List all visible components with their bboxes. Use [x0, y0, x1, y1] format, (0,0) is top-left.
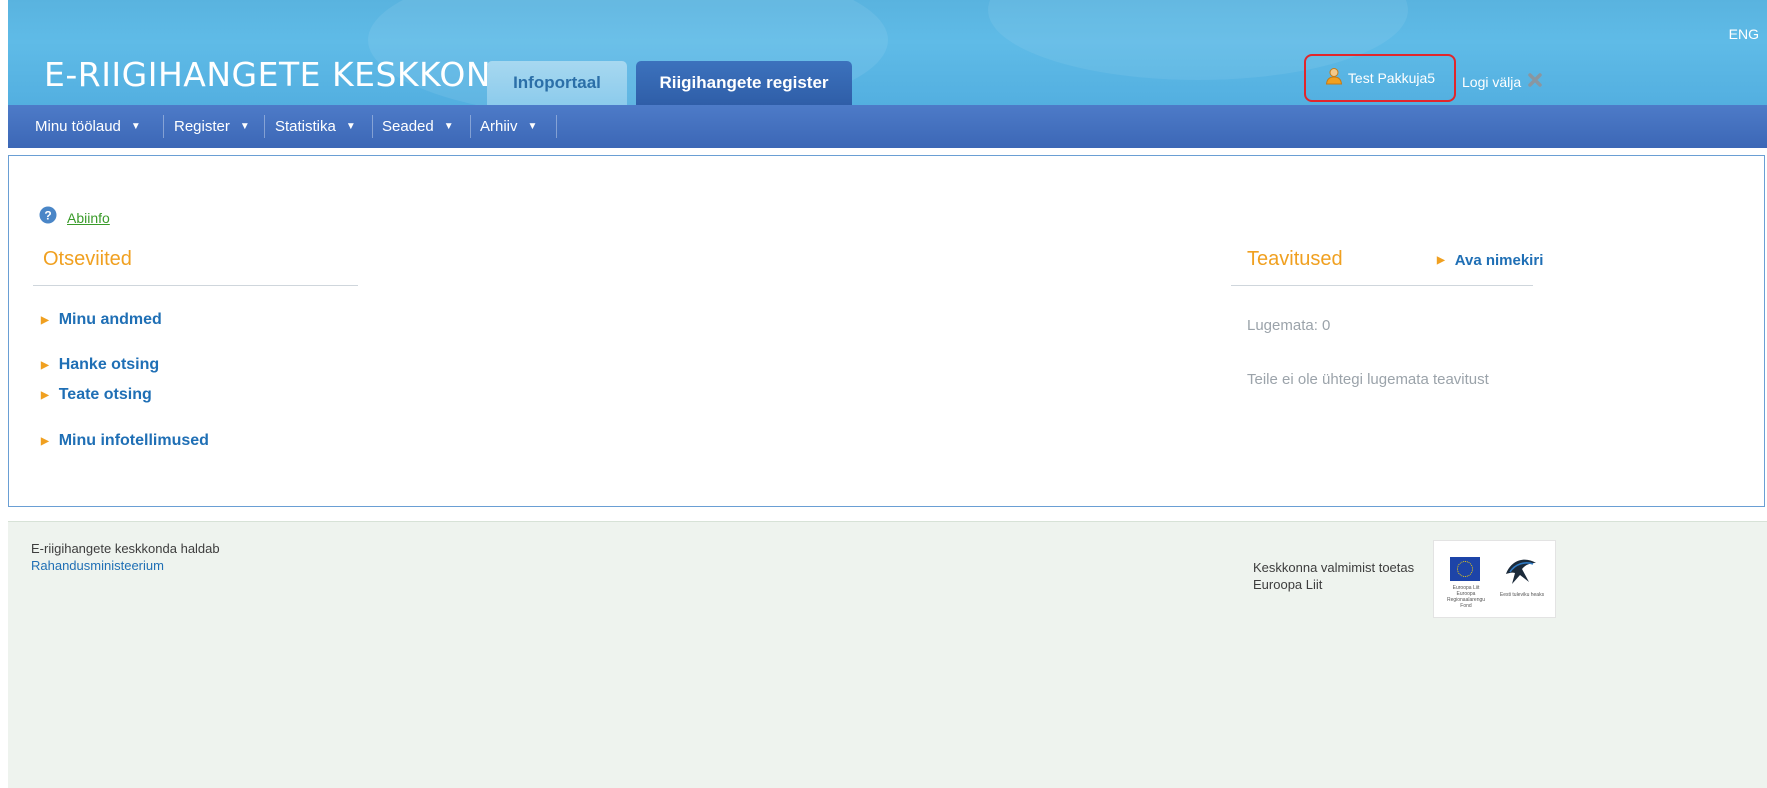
shortcut-minu-andmed[interactable]: ▶ Minu andmed: [41, 311, 162, 329]
chevron-down-icon: ▼: [130, 121, 141, 132]
site-footer: E-riigihangete keskkonda haldab Rahandus…: [8, 521, 1767, 788]
eu-logo-caption: Euroopa Liit Euroopa Regionaalarengu Fon…: [1446, 585, 1486, 609]
site-title[interactable]: E-RIIGIHANGETE KESKKOND: [44, 55, 517, 94]
open-list-label: Ava nimekiri: [1454, 252, 1544, 269]
shortcuts-title: Otseviited: [43, 248, 132, 270]
footer-managed-by-text: E-riigihangete keskkonda haldab: [31, 541, 220, 556]
nav-item-label: Statistika: [275, 118, 336, 135]
shortcuts-divider: [33, 285, 358, 286]
partner-logo-caption: Eesti tuleviku heaks: [1499, 592, 1545, 598]
nav-divider: [470, 115, 471, 138]
arrow-right-icon: ▶: [41, 314, 49, 326]
arrow-right-icon: ▶: [41, 435, 49, 447]
help-link-row[interactable]: ? Abiinfo: [39, 206, 110, 229]
estonia-swallow-logo: [1503, 554, 1539, 593]
nav-item-label: Minu töölaud: [35, 118, 121, 135]
shortcut-minu-infotellimused[interactable]: ▶ Minu infotellimused: [41, 432, 209, 450]
footer-ministry-link[interactable]: Rahandusministeerium: [31, 557, 220, 574]
main-nav: Minu töölaud ▼ Register ▼ Statistika ▼ S…: [8, 105, 1767, 148]
eu-flag-logo: [1450, 557, 1480, 581]
footer-support-line1: Keskkonna valmimist toetas: [1253, 560, 1415, 575]
nav-item-label: Arhiiv: [480, 118, 518, 135]
nav-item-statistika[interactable]: Statistika ▼: [275, 105, 356, 148]
shortcut-hanke-otsing[interactable]: ▶ Hanke otsing: [41, 356, 159, 374]
nav-divider: [264, 115, 265, 138]
site-header: E-RIIGIHANGETE KESKKOND Infoportaal Riig…: [8, 0, 1767, 105]
nav-divider: [556, 115, 557, 138]
chevron-down-icon: ▼: [345, 121, 356, 132]
chevron-down-icon: ▼: [239, 121, 250, 132]
arrow-right-icon: ▶: [1437, 255, 1445, 266]
arrow-right-icon: ▶: [41, 389, 49, 401]
nav-divider: [163, 115, 164, 138]
notifications-divider: [1231, 285, 1533, 286]
arrow-right-icon: ▶: [41, 359, 49, 371]
tab-infoportaal[interactable]: Infoportaal: [487, 61, 627, 105]
footer-support-line2: Euroopa Liit: [1253, 577, 1323, 592]
shortcut-teate-otsing[interactable]: ▶ Teate otsing: [41, 386, 152, 404]
user-account-link[interactable]: Test Pakkuja5: [1304, 54, 1456, 102]
sponsor-logos: Euroopa Liit Euroopa Regionaalarengu Fon…: [1433, 540, 1556, 618]
close-x-icon: [1527, 72, 1543, 91]
chevron-down-icon: ▼: [443, 121, 454, 132]
notifications-title: Teavitused: [1247, 248, 1343, 270]
nav-item-seaded[interactable]: Seaded ▼: [382, 105, 454, 148]
shortcut-label: Minu andmed: [58, 311, 162, 328]
chevron-down-icon: ▼: [527, 121, 538, 132]
nav-divider: [372, 115, 373, 138]
nav-item-minu-toolaud[interactable]: Minu töölaud ▼: [35, 105, 141, 148]
footer-support: Keskkonna valmimist toetas Euroopa Liit: [1253, 559, 1414, 593]
footer-managed-by: E-riigihangete keskkonda haldab Rahandus…: [31, 540, 220, 574]
user-icon: [1325, 67, 1343, 90]
nav-item-arhiiv[interactable]: Arhiiv ▼: [480, 105, 537, 148]
unread-count: Lugemata: 0: [1247, 317, 1331, 334]
svg-text:?: ?: [44, 209, 51, 223]
help-icon: ?: [39, 206, 57, 229]
user-name: Test Pakkuja5: [1347, 70, 1436, 86]
shortcut-label: Minu infotellimused: [58, 432, 209, 449]
open-list-link[interactable]: ▶ Ava nimekiri: [1437, 252, 1543, 269]
nav-item-register[interactable]: Register ▼: [174, 105, 250, 148]
help-link[interactable]: Abiinfo: [67, 210, 110, 226]
tab-riigihangete-register[interactable]: Riigihangete register: [636, 61, 852, 105]
main-content: ? Abiinfo Otseviited ▶ Minu andmed ▶ Han…: [8, 155, 1765, 507]
nav-item-label: Register: [174, 118, 230, 135]
language-switch[interactable]: ENG: [1729, 26, 1759, 42]
shortcut-label: Teate otsing: [58, 386, 152, 403]
nav-item-label: Seaded: [382, 118, 434, 135]
notifications-empty-message: Teile ei ole ühtegi lugemata teavitust: [1247, 371, 1489, 388]
shortcut-label: Hanke otsing: [58, 356, 160, 373]
logout-link[interactable]: Logi välja: [1462, 72, 1543, 91]
logout-label: Logi välja: [1462, 73, 1522, 90]
